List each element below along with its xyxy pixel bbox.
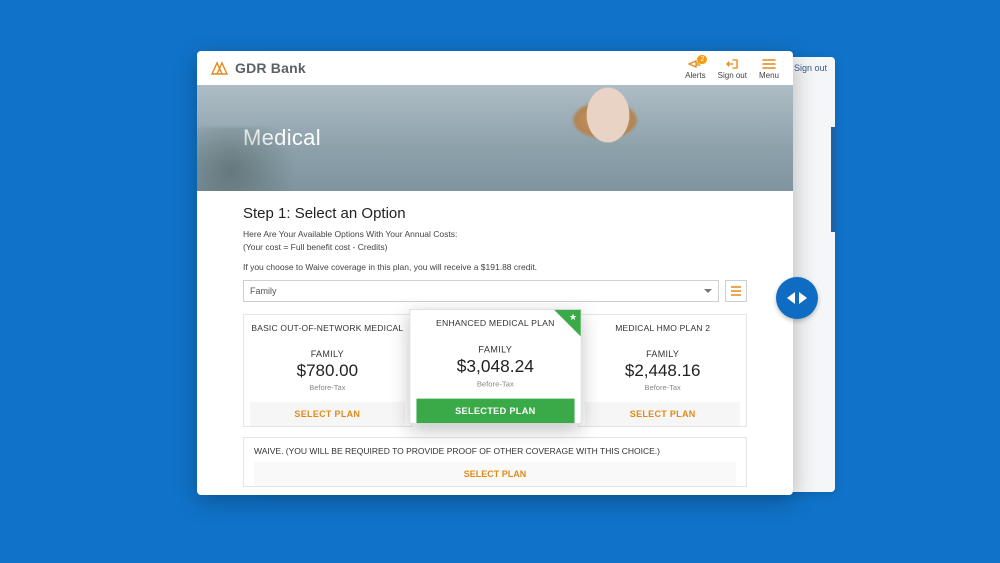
- star-icon: ★: [569, 311, 577, 322]
- page-title: Medical: [243, 125, 321, 151]
- plan-price: $2,448.16: [625, 361, 701, 381]
- step-heading: Step 1: Select an Option: [243, 205, 747, 222]
- plan-price: $3,048.24: [456, 356, 533, 376]
- plan-tax-note: Before-Tax: [645, 383, 681, 392]
- coverage-tier-select[interactable]: Family: [243, 280, 719, 302]
- plan-price: $780.00: [297, 361, 358, 381]
- plan-card-basic: BASIC OUT-OF-NETWORK MEDICAL FAMILY $780…: [243, 314, 412, 427]
- waive-text: WAIVE. (YOU WILL BE REQUIRED TO PROVIDE …: [254, 446, 736, 456]
- arrow-left-icon: [787, 292, 795, 304]
- brand[interactable]: GDR Bank: [209, 60, 306, 76]
- filter-row: Family: [243, 280, 747, 302]
- hero-image-decor: [553, 85, 663, 191]
- brand-name: GDR Bank: [235, 60, 306, 76]
- alerts-label: Alerts: [685, 71, 705, 80]
- megaphone-icon: 2: [687, 57, 703, 71]
- plan-name: MEDICAL HMO PLAN 2: [615, 323, 710, 335]
- step-subtext-2: (Your cost = Full benefit cost - Credits…: [243, 241, 747, 254]
- list-icon: [730, 285, 742, 297]
- top-bar: GDR Bank 2 Alerts Sign out Menu: [197, 51, 793, 85]
- plan-tax-note: Before-Tax: [309, 383, 345, 392]
- signout-icon: [724, 57, 740, 71]
- plan-card-hmo2: MEDICAL HMO PLAN 2 FAMILY $2,448.16 Befo…: [578, 314, 747, 427]
- plan-tier: FAMILY: [646, 349, 679, 359]
- plan-name: BASIC OUT-OF-NETWORK MEDICAL: [251, 323, 403, 335]
- step-subtext-1: Here Are Your Available Options With You…: [243, 228, 747, 241]
- plan-name: ENHANCED MEDICAL PLAN: [436, 318, 555, 330]
- selected-plan-button[interactable]: SELECTED PLAN: [416, 398, 574, 422]
- plan-tax-note: Before-Tax: [476, 379, 513, 388]
- carousel-arrows[interactable]: [776, 277, 818, 319]
- menu-button[interactable]: Menu: [759, 57, 779, 80]
- alerts-count-badge: 2: [697, 55, 707, 64]
- back-card-scrollbar: [831, 127, 835, 232]
- back-card-signout-label: Sign out: [794, 63, 827, 73]
- select-plan-button[interactable]: SELECT PLAN: [250, 402, 405, 426]
- top-nav: 2 Alerts Sign out Menu: [685, 57, 779, 80]
- content-area: Step 1: Select an Option Here Are Your A…: [197, 191, 793, 495]
- brand-logo-icon: [209, 60, 229, 76]
- hamburger-icon: [761, 57, 777, 71]
- plan-tier: FAMILY: [478, 344, 512, 354]
- hero-banner: Medical: [197, 85, 793, 191]
- select-plan-button[interactable]: SELECT PLAN: [585, 402, 740, 426]
- main-window: GDR Bank 2 Alerts Sign out Menu: [197, 51, 793, 495]
- arrow-right-icon: [799, 292, 807, 304]
- chevron-down-icon: [704, 289, 712, 293]
- alerts-button[interactable]: 2 Alerts: [685, 57, 705, 80]
- plan-tier: FAMILY: [311, 349, 344, 359]
- waive-hint: If you choose to Waive coverage in this …: [243, 262, 747, 272]
- list-view-toggle[interactable]: [725, 280, 747, 302]
- signout-label: Sign out: [718, 71, 747, 80]
- signout-button[interactable]: Sign out: [718, 57, 747, 80]
- plan-card-enhanced: ★ ENHANCED MEDICAL PLAN FAMILY $3,048.24…: [409, 308, 581, 423]
- menu-label: Menu: [759, 71, 779, 80]
- waive-select-button[interactable]: SELECT PLAN: [254, 462, 736, 486]
- waive-card: WAIVE. (YOU WILL BE REQUIRED TO PROVIDE …: [243, 437, 747, 487]
- plan-card-row: BASIC OUT-OF-NETWORK MEDICAL FAMILY $780…: [243, 314, 747, 427]
- coverage-tier-selected: Family: [250, 286, 277, 296]
